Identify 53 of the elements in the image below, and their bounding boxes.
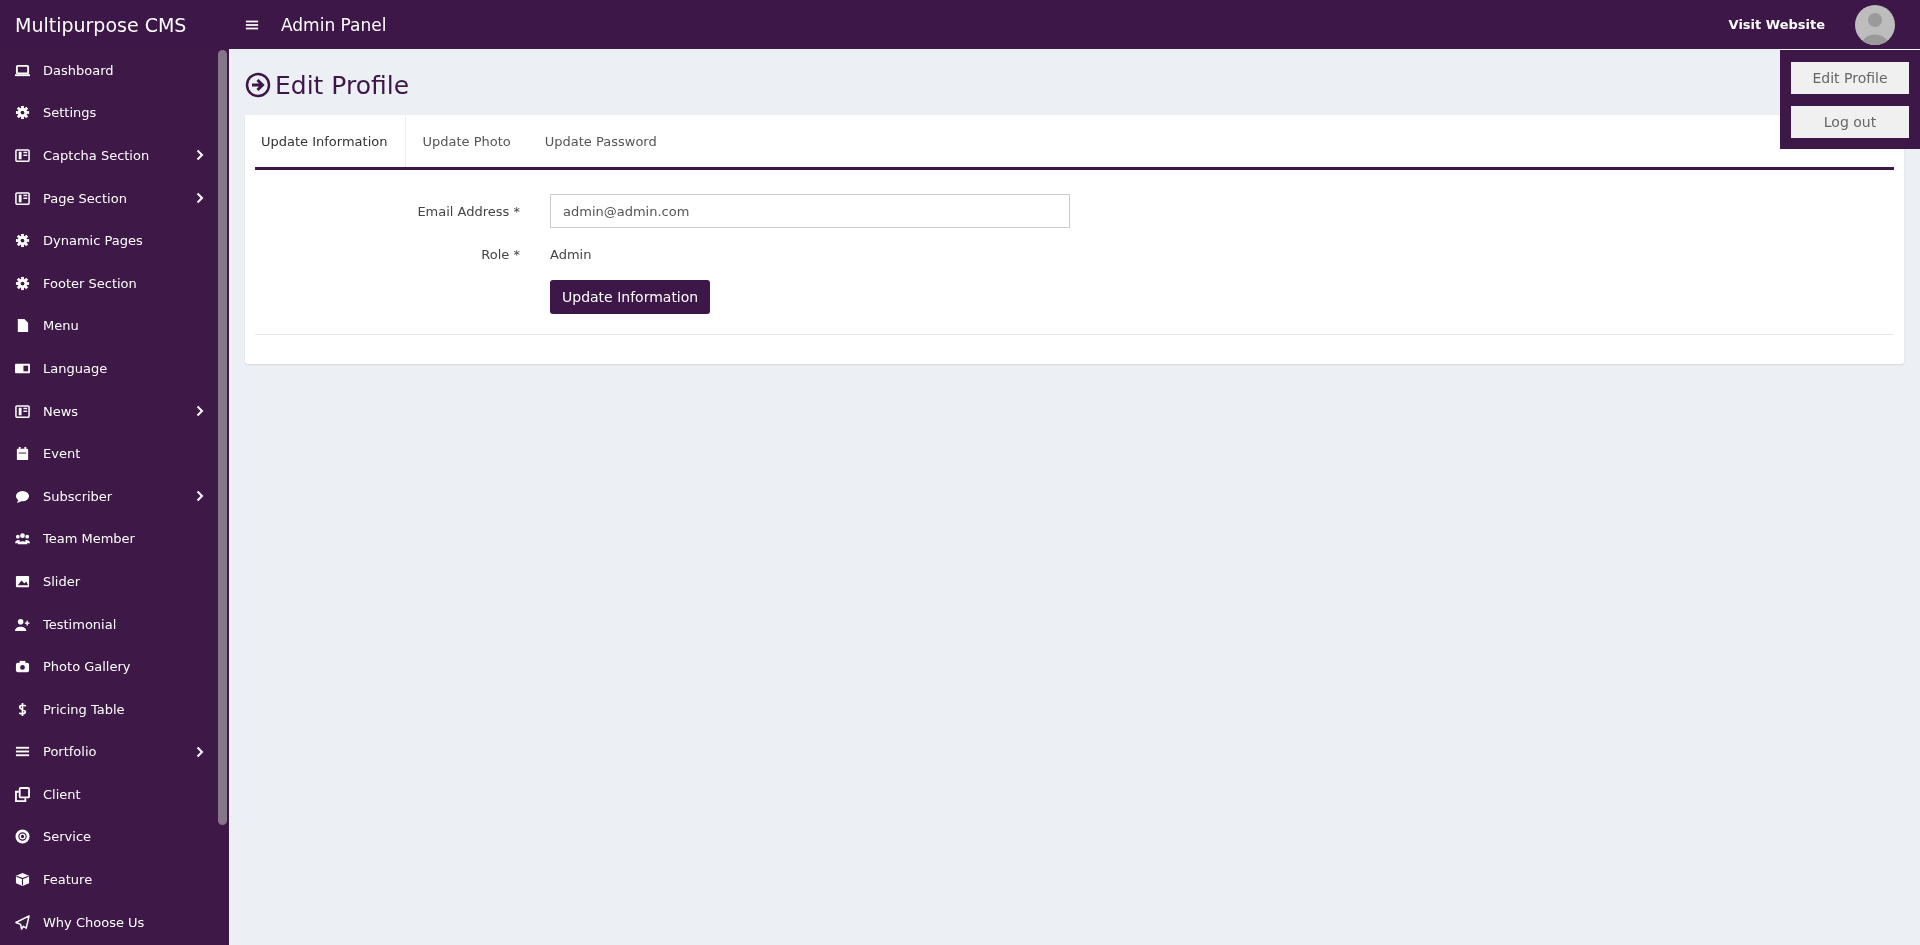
email-field[interactable]: admin@admin.com bbox=[550, 194, 1070, 228]
sidebar-item[interactable]: Page Section bbox=[0, 176, 218, 220]
clone-icon bbox=[15, 786, 30, 802]
sidebar-item[interactable]: Client bbox=[0, 773, 218, 816]
life-ring-icon bbox=[15, 829, 30, 845]
sidebar-item[interactable]: Pricing Table bbox=[0, 687, 218, 731]
sidebar-item[interactable]: Menu bbox=[0, 304, 218, 348]
sidebar-item[interactable]: Settings bbox=[0, 91, 218, 135]
camera-icon bbox=[15, 659, 30, 675]
sidebar-item[interactable]: Portfolio bbox=[0, 730, 218, 774]
panel-title: Admin Panel bbox=[281, 14, 387, 35]
sidebar-item[interactable]: Team Member bbox=[0, 517, 218, 561]
brand-name: Multipurpose CMS bbox=[14, 13, 188, 36]
chat-bubble-icon bbox=[15, 488, 30, 504]
users-icon bbox=[15, 531, 30, 547]
sidebar-item[interactable]: Why Choose Us bbox=[0, 900, 218, 944]
sidebar-item[interactable]: Event bbox=[0, 432, 218, 475]
page-title: Edit Profile bbox=[275, 70, 410, 100]
image-icon bbox=[15, 573, 30, 589]
laptop-icon bbox=[15, 62, 30, 78]
newspaper-icon bbox=[15, 148, 30, 163]
sidebar-item[interactable]: Captcha Section bbox=[0, 134, 218, 177]
sidebar-item[interactable]: Subscriber bbox=[0, 474, 218, 518]
settings-icon bbox=[15, 233, 30, 249]
newspaper-icon bbox=[15, 190, 30, 206]
sidebar-item[interactable]: Dynamic Pages bbox=[0, 219, 218, 262]
role-value: Admin bbox=[550, 246, 593, 262]
sidebar-item[interactable]: Feature bbox=[0, 858, 218, 901]
settings-icon bbox=[15, 275, 30, 291]
sidebar-item[interactable]: Slider bbox=[0, 560, 218, 603]
avatar-icon[interactable] bbox=[1855, 4, 1895, 45]
field-label: Email Address * bbox=[417, 203, 520, 219]
settings-icon bbox=[15, 105, 30, 121]
sidebar-item[interactable]: Dashboard bbox=[0, 49, 218, 92]
visit-website-link[interactable]: Visit Website bbox=[1728, 17, 1825, 32]
sidebar-item[interactable]: Testimonial bbox=[0, 602, 218, 646]
scrollbar-thumb[interactable] bbox=[218, 50, 227, 825]
sidebar-item[interactable]: News bbox=[0, 389, 218, 433]
cube-icon bbox=[15, 872, 30, 888]
sidebar-item[interactable]: Footer Section bbox=[0, 261, 218, 305]
calendar-icon bbox=[15, 446, 30, 462]
circle-arrow-right-icon bbox=[245, 72, 271, 98]
sidebar-item[interactable]: Language bbox=[0, 347, 218, 390]
newspaper-icon bbox=[15, 403, 30, 419]
paper-plane-icon bbox=[15, 914, 30, 930]
sidebar-item[interactable]: Service bbox=[0, 815, 218, 859]
field-label: Role * bbox=[481, 245, 520, 264]
dropdown-item[interactable]: Edit Profile bbox=[1791, 62, 1909, 94]
file-icon bbox=[15, 318, 30, 334]
dropdown-item[interactable]: Log out bbox=[1791, 106, 1909, 138]
update-information-button[interactable]: Update Information bbox=[550, 280, 711, 314]
user-plus-icon bbox=[15, 616, 30, 632]
sidebar-item[interactable]: Photo Gallery bbox=[0, 645, 218, 688]
